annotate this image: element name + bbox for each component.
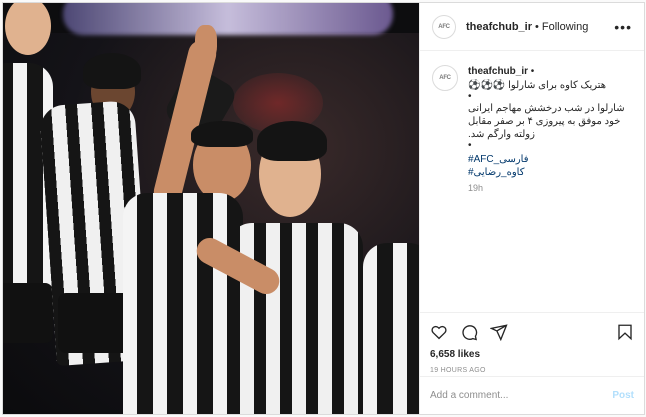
caption-username[interactable]: theafchub_ir <box>468 66 528 77</box>
main-player-hair <box>191 121 253 147</box>
caption-avatar[interactable]: AFC <box>432 65 458 91</box>
instagram-post-modal: AFC theafchub_ir • Following ••• AFC the… <box>2 2 645 415</box>
post-header: AFC theafchub_ir • Following ••• <box>420 3 644 51</box>
post-actions: 6,658 likes 19 HOURS AGO <box>420 312 644 376</box>
avatar-logo-text: AFC <box>439 75 451 81</box>
caption-title: هتریک کاوه برای شارلوا ⚽⚽⚽ <box>468 80 607 91</box>
post-caption: AFC theafchub_ir • هتریک کاوه برای شارلو… <box>420 51 644 312</box>
heart-icon[interactable] <box>430 323 448 341</box>
caption-timestamp[interactable]: 19h <box>468 183 632 193</box>
comment-box: Post <box>420 376 644 414</box>
far-right-player-shirt <box>363 243 419 414</box>
comment-input[interactable] <box>430 390 613 401</box>
hashtag-link[interactable]: فارسی_AFC# <box>468 153 632 166</box>
header-separator: • <box>535 20 539 33</box>
post-side-panel: AFC theafchub_ir • Following ••• AFC the… <box>419 3 644 414</box>
background-player-hair <box>83 53 141 89</box>
hashtag-list: فارسی_AFC# کاوه_رضایی# <box>468 153 632 179</box>
caption-bullet: • <box>468 140 472 151</box>
comment-bubble-icon[interactable] <box>460 323 478 341</box>
post-comment-button[interactable]: Post <box>612 390 634 401</box>
caption-bullet: • <box>468 91 472 102</box>
post-photo[interactable] <box>3 3 419 414</box>
right-player-shirt <box>228 223 363 414</box>
caption-text: شارلوا در شب درخشش مهاجم ایرانی خود موفق… <box>468 103 625 140</box>
stadium-light-sign <box>63 3 393 35</box>
post-timestamp[interactable]: 19 HOURS AGO <box>430 367 634 374</box>
following-button[interactable]: Following <box>542 21 588 33</box>
right-player-hair <box>257 121 327 161</box>
paper-plane-icon[interactable] <box>490 323 508 341</box>
header-username[interactable]: theafchub_ir <box>466 21 532 33</box>
avatar-logo-text: AFC <box>438 23 450 30</box>
left-player-shorts <box>3 283 53 343</box>
caption-username-dot: • <box>530 66 535 77</box>
main-player-shirt <box>123 193 243 414</box>
profile-avatar[interactable]: AFC <box>432 14 456 39</box>
caption-body: theafchub_ir • هتریک کاوه برای شارلوا ⚽⚽… <box>468 65 632 312</box>
caption-author-line: theafchub_ir • <box>468 65 632 79</box>
action-icons <box>430 319 634 345</box>
pointing-hand <box>195 25 217 61</box>
more-horizontal-icon[interactable]: ••• <box>614 19 632 35</box>
hashtag-link[interactable]: کاوه_رضایی# <box>468 166 632 179</box>
bookmark-icon[interactable] <box>616 323 634 341</box>
likes-count[interactable]: 6,658 likes <box>430 349 634 360</box>
